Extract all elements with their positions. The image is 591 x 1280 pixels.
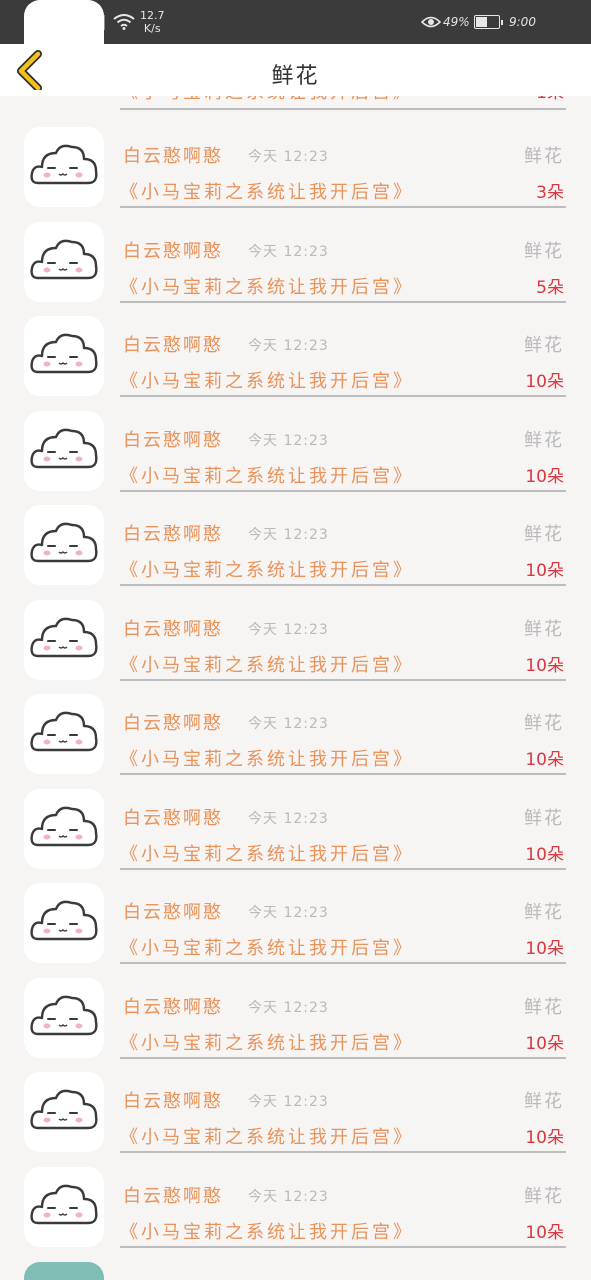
timestamp: 今天 12:23 <box>248 149 329 165</box>
timestamp: 今天 12:23 <box>248 1094 329 1110</box>
page-title: 鲜花 <box>271 64 320 89</box>
list-item[interactable]: 白云憨啊憨 今天 12:23 鲜花 《小马宝莉之系统让我开后宫》 10朵 <box>0 474 591 586</box>
gift-type: 鲜花 <box>524 996 564 1018</box>
gift-type: 鲜花 <box>524 146 564 167</box>
flower-gift-list[interactable]: 《小马宝莉之系统让我开后宫》 1朵 白云憨啊憨 今天 12:23 鲜花 《小马宝… <box>0 0 591 1280</box>
gift-type: 鲜花 <box>524 1091 564 1112</box>
list-item[interactable]: 白云憨啊憨 今天 12:23 鲜花 《小马宝莉之系统让我开后宫》 10朵 <box>0 852 591 964</box>
sender-name[interactable]: 白云憨啊憨 <box>123 804 223 830</box>
sender-name[interactable]: 白云憨啊憨 <box>123 520 223 546</box>
sender-name[interactable]: 白云憨啊憨 <box>123 426 223 452</box>
gift-type: 鲜花 <box>524 807 564 829</box>
nav-bar: 鲜花 <box>0 44 591 96</box>
timestamp: 今天 12:23 <box>248 1188 329 1205</box>
sender-name[interactable]: 白云憨啊憨 <box>123 1087 223 1113</box>
gift-type: 鲜花 <box>524 240 564 262</box>
gift-type: 鲜花 <box>524 335 564 356</box>
list-item[interactable]: 白云憨啊憨 今天 12:23 鲜花 《小马宝莉之系统让我开后宫》 10朵 <box>0 663 591 775</box>
list-item[interactable]: 白云憨啊憨 今天 12:23 鲜花 《小马宝莉之系统让我开后宫》 10朵 <box>0 285 591 397</box>
gift-type: 鲜花 <box>524 713 564 734</box>
timestamp: 今天 12:23 <box>248 716 329 732</box>
sender-name[interactable]: 白云憨啊憨 <box>123 142 223 168</box>
sender-name[interactable]: 白云憨啊憨 <box>123 615 223 641</box>
list-item-partial-bottom[interactable] <box>0 1231 591 1280</box>
timestamp: 今天 12:23 <box>248 810 329 827</box>
sender-name[interactable]: 白云憨啊憨 <box>123 331 223 357</box>
timestamp: 今天 12:23 <box>248 999 329 1016</box>
list-item[interactable]: 白云憨啊憨 今天 12:23 鲜花 《小马宝莉之系统让我开后宫》 10朵 <box>0 1136 591 1248</box>
list-item[interactable]: 白云憨啊憨 今天 12:23 鲜花 《小马宝莉之系统让我开后宫》 10朵 <box>0 380 591 492</box>
sender-name[interactable]: 白云憨啊憨 <box>123 709 223 735</box>
gift-type: 鲜花 <box>524 1185 564 1207</box>
list-item[interactable]: 白云憨啊憨 今天 12:23 鲜花 《小马宝莉之系统让我开后宫》 5朵 <box>0 191 591 303</box>
avatar <box>24 1262 104 1280</box>
timestamp: 今天 12:23 <box>248 905 329 921</box>
sender-name[interactable]: 白云憨啊憨 <box>123 898 223 924</box>
sender-name[interactable]: 白云憨啊憨 <box>123 237 223 263</box>
timestamp: 今天 12:23 <box>248 621 329 638</box>
timestamp: 今天 12:23 <box>248 243 329 260</box>
gift-type: 鲜花 <box>524 618 564 640</box>
gift-type: 鲜花 <box>524 429 564 451</box>
list-item[interactable]: 白云憨啊憨 今天 12:23 鲜花 《小马宝莉之系统让我开后宫》 10朵 <box>0 1041 591 1153</box>
gift-type: 鲜花 <box>524 524 564 545</box>
list-item[interactable]: 白云憨啊憨 今天 12:23 鲜花 《小马宝莉之系统让我开后宫》 10朵 <box>0 947 591 1059</box>
timestamp: 今天 12:23 <box>248 527 329 543</box>
timestamp: 今天 12:23 <box>248 432 329 449</box>
gift-type: 鲜花 <box>524 902 564 923</box>
sender-name[interactable]: 白云憨啊憨 <box>123 993 223 1019</box>
list-item[interactable]: 白云憨啊憨 今天 12:23 鲜花 《小马宝莉之系统让我开后宫》 10朵 <box>0 758 591 870</box>
list-item[interactable]: 白云憨啊憨 今天 12:23 鲜花 《小马宝莉之系统让我开后宫》 3朵 <box>0 96 591 208</box>
timestamp: 今天 12:23 <box>248 338 329 354</box>
sender-name[interactable]: 白云憨啊憨 <box>123 1182 223 1208</box>
list-item[interactable]: 白云憨啊憨 今天 12:23 鲜花 《小马宝莉之系统让我开后宫》 10朵 <box>0 569 591 681</box>
